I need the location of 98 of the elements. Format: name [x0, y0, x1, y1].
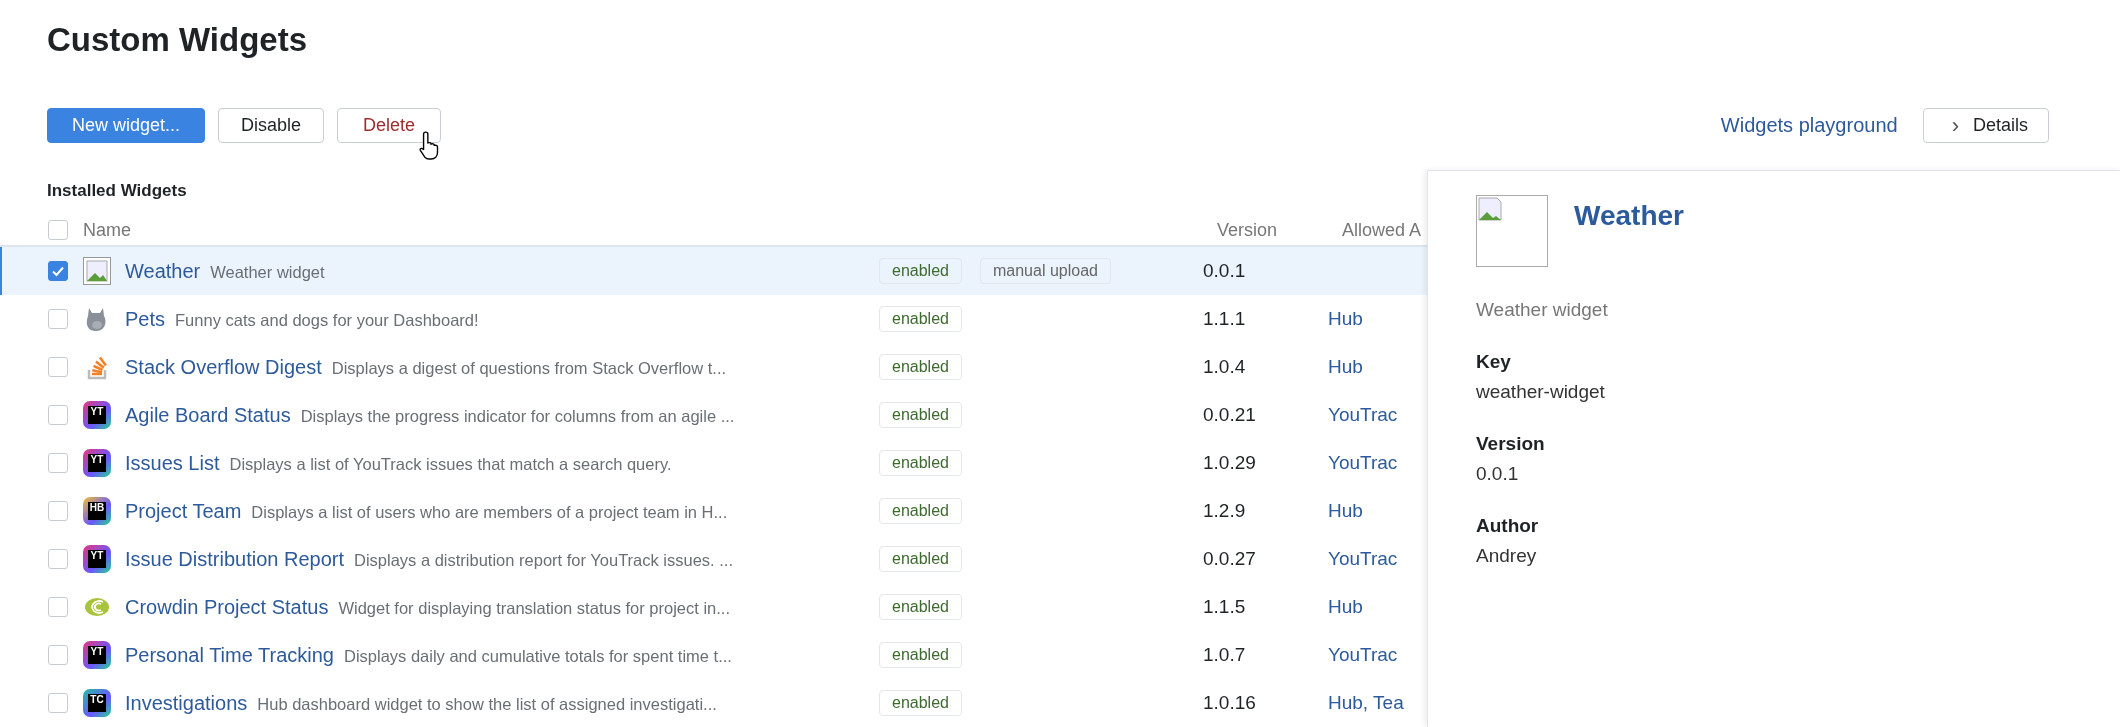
new-widget-button[interactable]: New widget... — [47, 108, 206, 143]
allowed-apps-link[interactable]: YouTrac — [1328, 404, 1398, 426]
field-value: Andrey — [1476, 545, 1538, 567]
details-button[interactable]: › Details — [1922, 108, 2049, 143]
allowed-apps-link[interactable]: Hub — [1328, 356, 1363, 378]
widget-name-link[interactable]: Personal Time Tracking — [125, 643, 334, 667]
widget-name-link[interactable]: Stack Overflow Digest — [125, 355, 322, 379]
section-heading: Installed Widgets — [47, 181, 188, 201]
page-title: Custom Widgets — [46, 20, 309, 60]
allowed-apps-link[interactable]: YouTrac — [1328, 452, 1398, 474]
version-text: 1.2.9 — [1203, 500, 1247, 522]
widget-row[interactable]: Pets Funny cats and dogs for your Dashboard! enabled 1.1.1 Hub — [0, 295, 1427, 343]
widget-name-link[interactable]: Issues List — [125, 451, 220, 475]
row-checkbox[interactable] — [48, 645, 68, 665]
product-logo-icon: YT — [83, 641, 111, 669]
status-tag: enabled — [879, 402, 962, 428]
version-text: 0.0.1 — [1203, 260, 1247, 282]
allowed-apps-link[interactable]: Hub — [1328, 596, 1363, 618]
broken-image-icon — [83, 257, 111, 285]
widget-description: Funny cats and dogs for your Dashboard! — [175, 310, 479, 330]
hand-cursor-icon — [419, 130, 441, 160]
widget-description: Displays a list of users who are members of a project team in H... — [251, 502, 728, 522]
product-logo-icon: HB — [83, 497, 111, 525]
status-tag: manual upload — [979, 258, 1111, 284]
allowed-apps-link[interactable]: Hub — [1328, 500, 1363, 522]
widget-title: Weather — [1574, 200, 1684, 232]
widget-row[interactable]: TC Investigations Hub dashboard widget to show the list of assigned investigati... enabled 1.0.16 Hub, Tea — [0, 679, 1427, 727]
product-logo-icon: YT — [83, 401, 111, 429]
column-header: Name — [83, 219, 132, 241]
column-header: Version — [1217, 219, 1279, 241]
widget-row[interactable]: YT Issue Distribution Report Displays a distribution report for YouTrack issues. ... enabled 0.0.27 YouTrac — [0, 535, 1427, 583]
allowed-apps-link[interactable]: YouTrac — [1328, 548, 1398, 570]
widget-description: Displays a digest of questions from Stack Overflow t... — [331, 358, 727, 378]
widget-row[interactable]: YT Personal Time Tracking Displays daily and cumulative totals for spent time t... enabled 1.0.7 YouTrac — [0, 631, 1427, 679]
widget-name-link[interactable]: Investigations — [125, 691, 248, 715]
product-logo-icon: YT — [83, 545, 111, 573]
field-value: weather-widget — [1476, 381, 1606, 403]
broken-image-icon — [1476, 195, 1548, 267]
version-text: 1.1.1 — [1203, 308, 1247, 330]
version-text: 0.0.21 — [1203, 404, 1257, 426]
widget-row[interactable]: YT Agile Board Status Displays the progress indicator for columns from an agile ... enabled 0.0.21 YouTrac — [0, 391, 1427, 439]
widget-name-link[interactable]: Agile Board Status — [125, 403, 291, 427]
row-checkbox[interactable] — [48, 309, 68, 329]
status-tag: enabled — [879, 642, 962, 668]
widget-description: Weather widget — [1476, 299, 1609, 321]
field-label: Author — [1476, 515, 1540, 537]
widget-row[interactable]: Stack Overflow Digest Displays a digest of questions from Stack Overflow t... enabled 1.0.4 Hub — [0, 343, 1427, 391]
allowed-apps-link[interactable]: YouTrac — [1328, 644, 1398, 666]
widget-description: Widget for displaying translation status for project in... — [338, 598, 731, 618]
delete-button[interactable]: Delete — [337, 108, 442, 143]
row-checkbox[interactable] — [48, 693, 68, 713]
widget-description: Hub dashboard widget to show the list of assigned investigati... — [257, 694, 717, 714]
row-checkbox[interactable] — [48, 357, 68, 377]
row-checkbox[interactable] — [48, 405, 68, 425]
version-text: 1.0.7 — [1203, 644, 1247, 666]
disable-button[interactable]: Disable — [218, 108, 325, 143]
field-value: 0.0.1 — [1476, 463, 1520, 485]
widget-row[interactable]: Weather Weather widget enabled manual upload 0.0.1 — [0, 247, 1427, 295]
widget-row[interactable]: HB Project Team Displays a list of users who are members of a project team in H... enabled 1.2.9 Hub — [0, 487, 1427, 535]
version-text: 1.0.4 — [1203, 356, 1247, 378]
status-tag: enabled — [879, 594, 962, 620]
widget-row[interactable]: YT Issues List Displays a list of YouTrack issues that match a search query. enabled 1.0.29 YouTrac — [0, 439, 1427, 487]
widget-description: Displays daily and cumulative totals for spent time t... — [344, 646, 732, 666]
status-tag: enabled — [879, 690, 962, 716]
allowed-apps-link[interactable]: Hub, Tea — [1328, 692, 1404, 714]
select-all-checkbox[interactable] — [48, 220, 68, 240]
version-text: 1.1.5 — [1203, 596, 1247, 618]
widget-row[interactable]: Crowdin Project Status Widget for displaying translation status for project in... enabled 1.1.5 Hub — [0, 583, 1427, 631]
status-tag: enabled — [879, 306, 962, 332]
widget-name-link[interactable]: Weather — [125, 259, 201, 283]
status-tag: enabled — [879, 354, 962, 380]
column-header: Allowed A — [1342, 219, 1422, 241]
widget-description: Displays a distribution report for YouTrack issues. ... — [354, 550, 734, 570]
product-logo-icon: TC — [83, 689, 111, 717]
widget-name-link[interactable]: Issue Distribution Report — [125, 547, 344, 571]
row-checkbox[interactable] — [48, 453, 68, 473]
widget-description: Displays the progress indicator for columns from an agile ... — [300, 406, 735, 426]
widgets-playground-link[interactable]: Widgets playground — [1720, 114, 1898, 137]
row-checkbox[interactable] — [48, 549, 68, 569]
field-label: Key — [1476, 351, 1512, 373]
widget-name-link[interactable]: Project Team — [125, 499, 242, 523]
allowed-apps-link[interactable]: Hub — [1328, 308, 1363, 330]
widget-description: Displays a list of YouTrack issues that match a search query. — [229, 454, 672, 474]
row-checkbox[interactable] — [48, 597, 68, 617]
status-tag: enabled — [879, 546, 962, 572]
widget-name-link[interactable]: Pets — [125, 307, 166, 331]
product-logo-icon: YT — [83, 449, 111, 477]
status-tag: enabled — [879, 498, 962, 524]
field-label: Version — [1476, 433, 1546, 455]
status-tag: enabled — [879, 450, 962, 476]
version-text: 0.0.27 — [1203, 548, 1257, 570]
widget-description: Weather widget — [210, 262, 325, 282]
row-checkbox[interactable] — [48, 261, 68, 281]
status-tag: enabled — [879, 258, 962, 284]
version-text: 1.0.16 — [1203, 692, 1257, 714]
widget-name-link[interactable]: Crowdin Project Status — [125, 595, 329, 619]
version-text: 1.0.29 — [1203, 452, 1257, 474]
row-checkbox[interactable] — [48, 501, 68, 521]
